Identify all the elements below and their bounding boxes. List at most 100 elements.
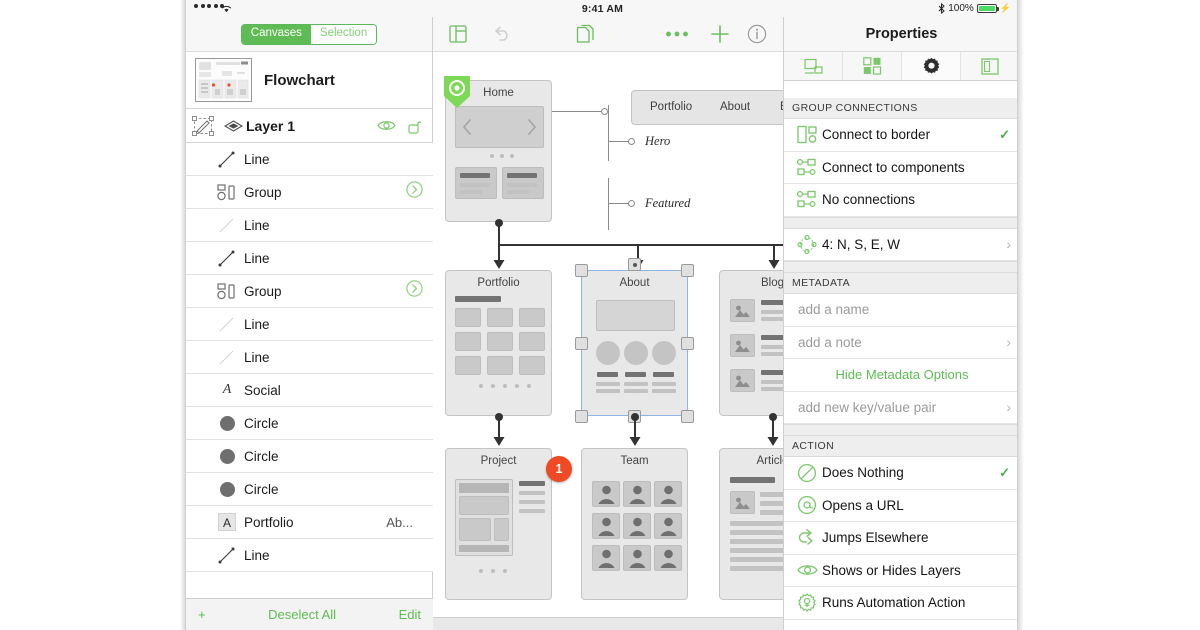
battery-percent-label: 100% bbox=[948, 2, 974, 14]
layer-item-line-3[interactable]: Line bbox=[186, 242, 433, 275]
layer-row-layer1[interactable]: Layer 1 bbox=[186, 109, 432, 143]
action-option-2[interactable]: Jumps Elsewhere bbox=[784, 522, 1017, 555]
checkmark-icon: ✓ bbox=[999, 126, 1010, 142]
settings-tab[interactable] bbox=[902, 52, 961, 80]
callout-spine-featured bbox=[608, 178, 609, 230]
unlocked-padlock-icon[interactable] bbox=[408, 118, 422, 134]
layer-item-label: Line bbox=[244, 316, 270, 332]
layer-items-list[interactable]: Line Group Line Line Group Line Line A Social C… bbox=[186, 143, 433, 598]
hide-metadata-options-button[interactable]: Hide Metadata Options bbox=[784, 359, 1017, 392]
undo-arrow-icon[interactable] bbox=[493, 26, 512, 42]
properties-tab-bar[interactable] bbox=[784, 52, 1017, 81]
layer-item-circle-10[interactable]: Circle bbox=[186, 473, 433, 506]
group-connections-header: GROUP CONNECTIONS bbox=[784, 98, 1017, 119]
properties-content[interactable]: GROUP CONNECTIONS Connect to border ✓ Conne… bbox=[784, 98, 1017, 630]
edit-button[interactable]: Edit bbox=[399, 607, 421, 622]
card-project[interactable]: Project bbox=[445, 448, 552, 600]
card-title-team: Team bbox=[620, 455, 649, 467]
resize-handle-sw[interactable] bbox=[575, 410, 588, 423]
layer-item-group-1[interactable]: Group bbox=[186, 176, 433, 209]
layer-item-label: Social bbox=[244, 382, 281, 398]
layer-item-line-12[interactable]: Line bbox=[186, 539, 433, 572]
layer-item-label: Group bbox=[244, 184, 282, 200]
layer-item-social-7[interactable]: A Social bbox=[186, 374, 433, 407]
resize-handle-nw[interactable] bbox=[575, 264, 588, 277]
canvas-list-item-flowchart[interactable]: Flowchart bbox=[186, 52, 432, 109]
action-option-0[interactable]: Does Nothing ✓ bbox=[784, 457, 1017, 490]
action-option-4[interactable]: Runs Automation Action bbox=[784, 587, 1017, 620]
action-option-1[interactable]: Opens a URL bbox=[784, 489, 1017, 522]
layer-item-circle-9[interactable]: Circle bbox=[186, 440, 433, 473]
canvases-selection-segmented-control[interactable]: Canvases Selection bbox=[240, 23, 378, 45]
card-portfolio[interactable]: Portfolio bbox=[445, 270, 552, 416]
segment-canvases[interactable]: Canvases bbox=[241, 24, 311, 44]
resize-handle-w[interactable] bbox=[575, 337, 588, 350]
center-canvas-pane: Hero Featured Portfolio About Bl Home bbox=[433, 17, 783, 630]
more-ellipsis-icon[interactable] bbox=[665, 30, 689, 38]
layer-item-portfolio-11[interactable]: A Portfolio Ab... bbox=[186, 506, 433, 539]
group-connection-option-2[interactable]: No connections bbox=[784, 184, 1017, 217]
action-option-3[interactable]: Shows or Hides Layers bbox=[784, 554, 1017, 587]
resize-handle-e[interactable] bbox=[681, 337, 694, 350]
no-action-icon bbox=[792, 463, 822, 483]
option-label: Runs Automation Action bbox=[822, 595, 966, 611]
magnets-row[interactable]: 4: N, S, E, W › bbox=[784, 228, 1017, 261]
sidebar-toggle-icon[interactable] bbox=[449, 25, 467, 43]
nav-item-about[interactable]: About bbox=[720, 101, 750, 113]
disclosure-chevron-icon[interactable] bbox=[406, 280, 433, 302]
bluetooth-icon bbox=[938, 2, 945, 14]
status-bar: 9:41 AM 100% ⚡ bbox=[186, 0, 1017, 17]
text-italic-icon: A bbox=[222, 382, 232, 397]
layer-item-line-2[interactable]: Line bbox=[186, 209, 433, 242]
connections-tab[interactable] bbox=[843, 52, 902, 80]
group-connection-option-1[interactable]: Connect to components bbox=[784, 151, 1017, 184]
layer-item-line-5[interactable]: Line bbox=[186, 308, 433, 341]
card-article[interactable]: Article bbox=[719, 448, 783, 600]
group-connection-option-0[interactable]: Connect to border ✓ bbox=[784, 119, 1017, 152]
segment-selection[interactable]: Selection bbox=[310, 24, 377, 44]
canvas-title: Flowchart bbox=[264, 71, 335, 89]
flowchart-canvas[interactable]: Hero Featured Portfolio About Bl Home bbox=[433, 52, 783, 617]
magnets-icon bbox=[792, 234, 822, 254]
layer-item-group-4[interactable]: Group bbox=[186, 275, 433, 308]
layer-item-circle-8[interactable]: Circle bbox=[186, 407, 433, 440]
resize-handle-n[interactable] bbox=[628, 258, 641, 271]
nav-item-portfolio[interactable]: Portfolio bbox=[650, 101, 692, 113]
circle-icon bbox=[210, 448, 244, 464]
resize-handle-ne[interactable] bbox=[681, 264, 694, 277]
metadata-note-input[interactable]: add a note › bbox=[784, 326, 1017, 359]
add-layer-button[interactable]: + bbox=[198, 608, 206, 621]
disclosure-chevron-icon[interactable] bbox=[406, 181, 433, 203]
connections-icon bbox=[862, 57, 881, 75]
sidebar-footer: + Deselect All Edit bbox=[186, 598, 433, 630]
annotation-badge[interactable]: 1 bbox=[546, 456, 572, 482]
section-spacer bbox=[784, 424, 1017, 436]
card-team[interactable]: Team bbox=[581, 448, 688, 600]
jump-arrow-icon bbox=[792, 528, 822, 548]
layer-select-icon bbox=[186, 115, 220, 136]
nav-bar-card[interactable]: Portfolio About Bl bbox=[631, 90, 783, 125]
connect-border-icon bbox=[792, 125, 822, 144]
plus-icon[interactable] bbox=[710, 24, 730, 44]
option-label: No connections bbox=[822, 192, 916, 208]
line-icon bbox=[210, 149, 244, 169]
app-root: 9:41 AM 100% ⚡ Canvases Selection Flowch… bbox=[0, 0, 1200, 630]
eye-icon[interactable] bbox=[377, 119, 396, 132]
start-marker-icon[interactable] bbox=[441, 74, 473, 110]
card-blog[interactable]: Blog bbox=[719, 270, 783, 416]
metadata-name-input[interactable]: add a name bbox=[784, 294, 1017, 327]
resize-handle-se[interactable] bbox=[681, 410, 694, 423]
metadata-keyvalue-input[interactable]: add new key/value pair › bbox=[784, 391, 1017, 424]
deselect-all-button[interactable]: Deselect All bbox=[268, 607, 336, 622]
info-circle-icon[interactable] bbox=[747, 24, 767, 44]
layer-name-label: Layer 1 bbox=[246, 117, 296, 134]
circle-icon bbox=[210, 415, 244, 431]
layer-item-line-6[interactable]: Line bbox=[186, 341, 433, 374]
chevron-right-icon: › bbox=[1006, 334, 1011, 351]
lightning-bolt-icon: ⚡ bbox=[999, 2, 1011, 13]
object-geometry-tab[interactable] bbox=[784, 52, 843, 80]
card-title-portfolio: Portfolio bbox=[477, 277, 520, 289]
documents-icon[interactable] bbox=[576, 24, 595, 44]
canvas-layout-tab[interactable] bbox=[961, 52, 1017, 80]
layer-item-line-0[interactable]: Line bbox=[186, 143, 433, 176]
